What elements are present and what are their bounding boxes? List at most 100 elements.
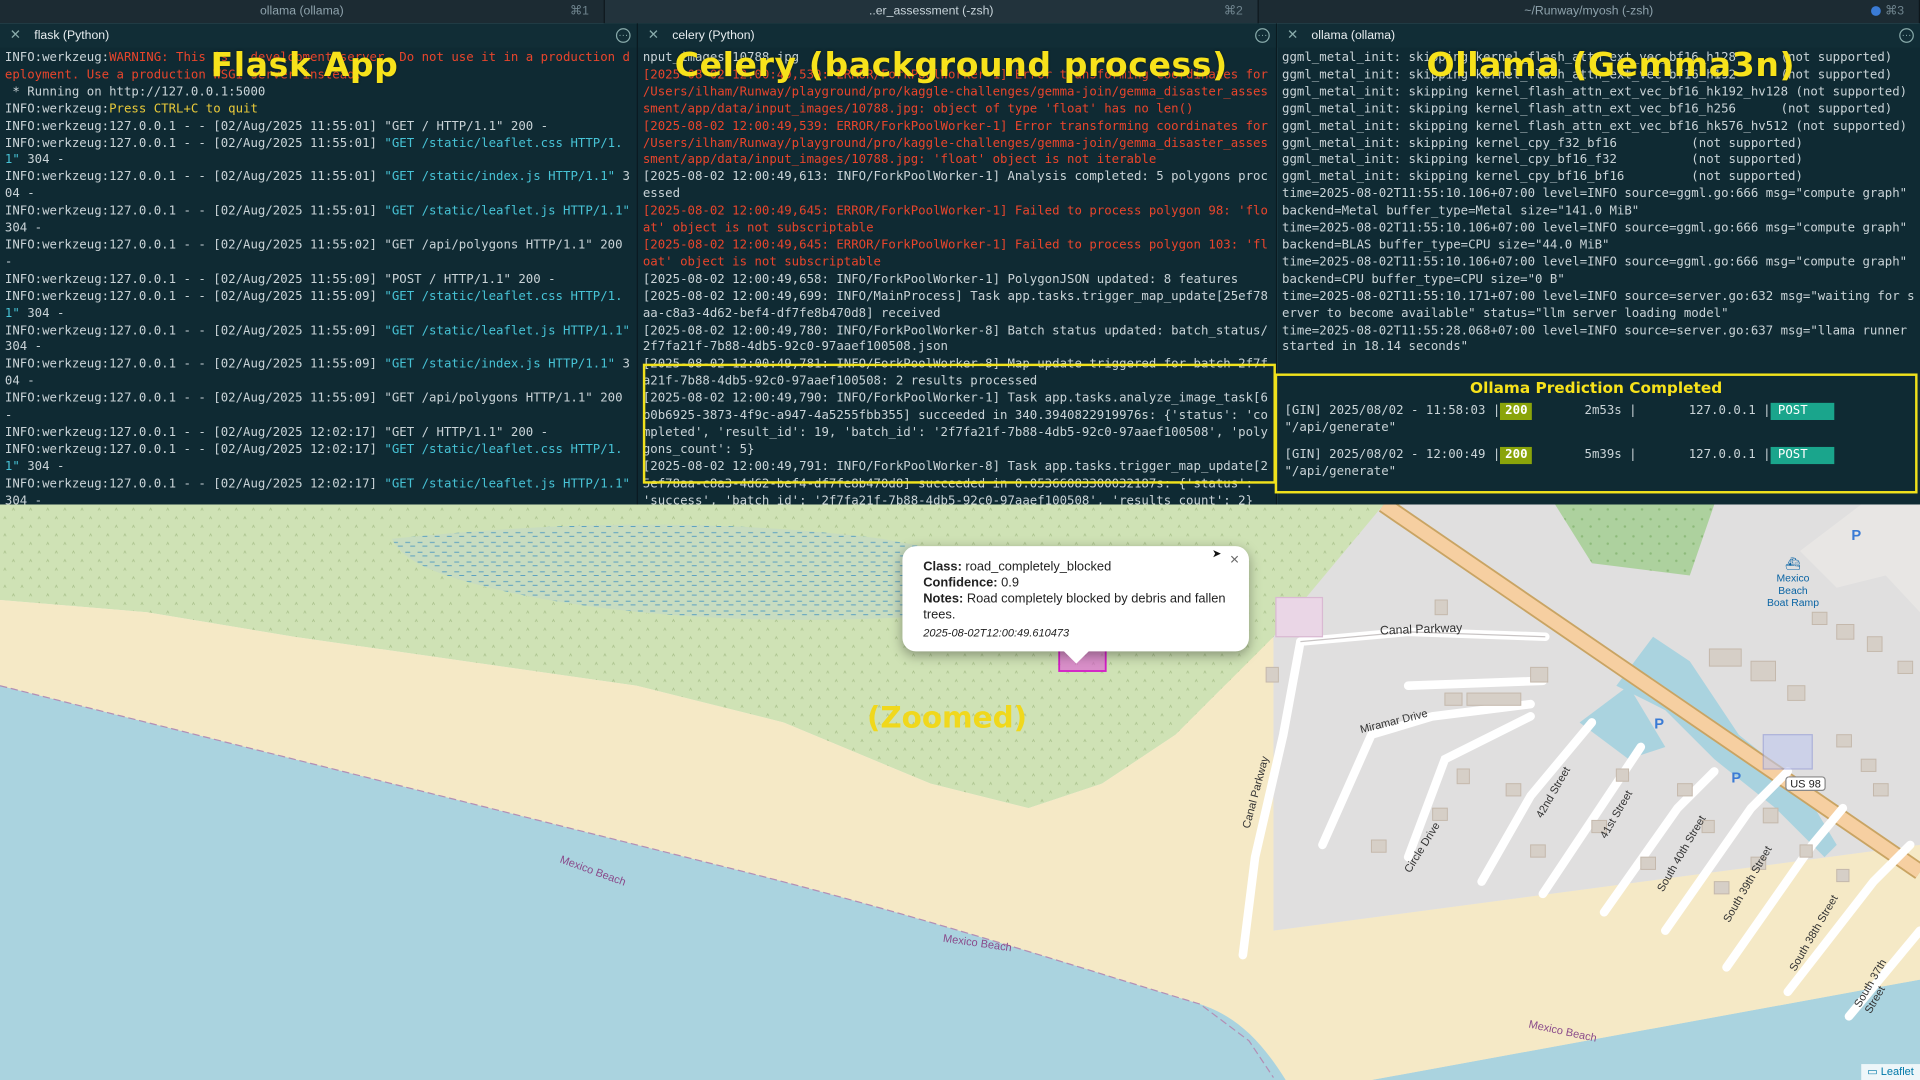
log-line: INFO:werkzeug:127.0.0.1 - - [02/Aug/2025… <box>5 238 632 272</box>
more-options-icon[interactable]: ··· <box>1255 28 1270 43</box>
log-line: INFO:werkzeug:127.0.0.1 - - [02/Aug/2025… <box>5 442 632 476</box>
confidence-value: 0.9 <box>1001 575 1020 591</box>
log-line: ggml_metal_init: skipping kernel_flash_a… <box>1282 101 1915 118</box>
log-segment: 304 - <box>19 153 65 168</box>
log-segment: INFO:werkzeug:127.0.0.1 - - [02/Aug/2025… <box>4 426 549 440</box>
terminal-tab-2[interactable]: ..er_assessment (-zsh) ⌘2 <box>604 0 1259 24</box>
log-segment: INFO:werkzeug:127.0.0.1 - - [02/Aug/2025… <box>4 204 385 219</box>
mouse-pointer-icon: ➤ <box>1212 546 1222 565</box>
pane-header: ✕ ollama (ollama) ··· <box>1277 23 1920 48</box>
log-segment: 304 - <box>19 306 65 321</box>
more-options-icon[interactable]: ··· <box>1899 28 1914 43</box>
log-segment: INFO:werkzeug:127.0.0.1 - - [02/Aug/2025… <box>4 391 630 423</box>
log-segment: [2025-08-02 12:00:49,699: INFO/MainProce… <box>642 289 1268 321</box>
confidence-label: Confidence: <box>923 575 998 591</box>
notes-label: Notes: <box>923 591 964 607</box>
method-badge: POST <box>1770 402 1835 420</box>
log-line: ggml_metal_init: skipping kernel_cpy_f32… <box>1282 135 1915 152</box>
flask-pane[interactable]: ✕ flask (Python) ··· INFO:werkzeug:WARNI… <box>0 23 638 505</box>
parking-icon: P <box>1851 526 1862 544</box>
terminal-tab-bar: ollama (ollama) ⌘1 ..er_assessment (-zsh… <box>0 0 1920 24</box>
screen: ollama (ollama) ⌘1 ..er_assessment (-zsh… <box>0 0 1920 1080</box>
gin-log: [GIN] 2025/08/02 - 11:58:03 | 200 2m53s |… <box>1277 402 1915 481</box>
log-segment: [2025-08-02 12:00:49,658: INFO/ForkPoolW… <box>642 272 1239 287</box>
log-line: INFO:werkzeug:127.0.0.1 - - [02/Aug/2025… <box>5 169 632 203</box>
tab-label: ..er_assessment (-zsh) <box>868 4 994 19</box>
zoomed-annotation: (Zoomed) <box>866 700 1028 735</box>
log-segment: [2025-08-02 12:00:49,539: ERROR/ForkPool… <box>642 119 1276 168</box>
tab-shortcut: ⌘2 <box>1223 4 1243 19</box>
log-line: INFO:werkzeug:127.0.0.1 - - [02/Aug/2025… <box>5 391 632 425</box>
log-line: [2025-08-02 12:00:49,780: INFO/ForkPoolW… <box>643 323 1271 357</box>
tab-label: ~/Runway/myosh (-zsh) <box>1524 4 1654 19</box>
more-options-icon[interactable]: ··· <box>615 28 631 43</box>
status-badge: 200 <box>1500 402 1533 420</box>
pane-header: ✕ flask (Python) ··· <box>0 23 637 48</box>
gin-latency: 2m53s <box>1584 404 1622 418</box>
log-segment: time=2025-08-02T11:55:10.106+07:00 level… <box>1282 255 1915 287</box>
popup-notes-row: Notes: Road completely blocked by debris… <box>923 591 1229 623</box>
gin-prefix: [GIN] 2025/08/02 - 12:00:49 | <box>1284 447 1501 462</box>
close-pane-icon[interactable]: ✕ <box>1287 28 1298 43</box>
log-line: time=2025-08-02T11:55:10.171+07:00 level… <box>1282 289 1915 323</box>
poi-label-3: Boat Ramp <box>1766 596 1820 609</box>
poi-label-1: Mexico <box>1776 571 1810 585</box>
log-segment: ggml_metal_init: skipping kernel_cpy_bf1… <box>1282 153 1803 168</box>
log-line: INFO:werkzeug:127.0.0.1 - - [02/Aug/2025… <box>5 476 632 504</box>
popup-tip <box>1062 650 1090 664</box>
pane-title: flask (Python) <box>34 29 110 43</box>
log-line: [2025-08-02 12:00:49,613: INFO/ForkPoolW… <box>643 169 1271 203</box>
log-line: [2025-08-02 12:00:49,699: INFO/MainProce… <box>643 289 1271 323</box>
log-segment: [2025-08-02 12:00:49,780: INFO/ForkPoolW… <box>642 323 1268 355</box>
celery-overlay-title: Celery (background process) <box>674 46 1228 85</box>
leaflet-attribution[interactable]: ▭ Leaflet <box>1861 1064 1920 1080</box>
log-line: ggml_metal_init: skipping kernel_cpy_bf1… <box>1282 169 1915 186</box>
ollama-overlay-title: Ollama (Gemma3n) <box>1426 46 1796 85</box>
log-segment: "GET /static/index.js HTTP/1.1" <box>384 170 616 185</box>
log-line: INFO:werkzeug:127.0.0.1 - - [02/Aug/2025… <box>5 357 632 391</box>
log-line: INFO:werkzeug:Press CTRL+C to quit <box>5 101 632 118</box>
log-line: time=2025-08-02T11:55:10.106+07:00 level… <box>1282 186 1915 220</box>
attribution-text: Leaflet <box>1880 1065 1914 1078</box>
terminal-tab-3[interactable]: ~/Runway/myosh (-zsh) ⌘3 <box>1259 0 1920 24</box>
class-value: road_completely_blocked <box>965 559 1112 575</box>
close-pane-icon[interactable]: ✕ <box>10 28 21 43</box>
terminal-tab-1[interactable]: ollama (ollama) ⌘1 <box>0 0 605 24</box>
log-line: INFO:werkzeug:127.0.0.1 - - [02/Aug/2025… <box>5 203 632 237</box>
log-line: INFO:werkzeug:127.0.0.1 - - [02/Aug/2025… <box>5 118 632 135</box>
log-segment: INFO:werkzeug:127.0.0.1 - - [02/Aug/2025… <box>4 238 630 270</box>
status-badge: 200 <box>1500 446 1533 464</box>
close-pane-icon[interactable]: ✕ <box>648 28 659 43</box>
log-segment: INFO:werkzeug:127.0.0.1 - - [02/Aug/2025… <box>4 357 385 372</box>
log-segment: INFO:werkzeug:127.0.0.1 - - [02/Aug/2025… <box>4 136 385 151</box>
log-line: ggml_metal_init: skipping kernel_cpy_bf1… <box>1282 152 1915 169</box>
log-segment: INFO:werkzeug:127.0.0.1 - - [02/Aug/2025… <box>4 170 385 185</box>
log-segment: 304 - <box>19 460 65 474</box>
log-line: INFO:werkzeug:127.0.0.1 - - [02/Aug/2025… <box>5 272 632 289</box>
log-segment: ggml_metal_init: skipping kernel_flash_a… <box>1282 102 1893 116</box>
popup-timestamp: 2025-08-02T12:00:49.610473 <box>923 626 1070 640</box>
log-segment: time=2025-08-02T11:55:10.106+07:00 level… <box>1282 221 1915 253</box>
boat-icon: ⛴ <box>1785 558 1801 572</box>
log-line: [2025-08-02 12:00:49,539: ERROR/ForkPool… <box>643 118 1271 169</box>
log-segment: time=2025-08-02T11:55:28.068+07:00 level… <box>1282 323 1915 355</box>
log-segment: INFO:werkzeug:127.0.0.1 - - [02/Aug/2025… <box>4 323 385 338</box>
highway-shield: US 98 <box>1785 776 1826 792</box>
log-segment: INFO:werkzeug: <box>4 51 110 65</box>
activity-dot-icon <box>1871 6 1882 16</box>
gin-path: "/api/generate" <box>1284 421 1397 435</box>
celery-highlight-box <box>642 363 1276 484</box>
log-line: INFO:werkzeug:127.0.0.1 - - [02/Aug/2025… <box>5 135 632 169</box>
pane-header: ✕ celery (Python) ··· <box>637 23 1276 48</box>
log-line: * Running on http://127.0.0.1:5000 <box>5 84 632 101</box>
gin-path: "/api/generate" <box>1284 464 1397 479</box>
ollama-highlight-box: Ollama Prediction Completed [GIN] 2025/0… <box>1274 373 1918 494</box>
log-segment: [2025-08-02 12:00:49,613: INFO/ForkPoolW… <box>642 170 1268 202</box>
method-badge: POST <box>1770 446 1835 464</box>
log-segment: Press CTRL+C to quit <box>109 102 258 116</box>
log-line: INFO:werkzeug:127.0.0.1 - - [02/Aug/2025… <box>5 289 632 323</box>
ollama-log: ggml_metal_init: skipping kernel_flash_a… <box>1277 48 1920 357</box>
popup-close-button[interactable]: × <box>1230 551 1239 567</box>
poi-boat-ramp[interactable]: ⛴ Mexico Beach Boat Ramp <box>1766 558 1820 609</box>
log-segment: ggml_metal_init: skipping kernel_cpy_f32… <box>1282 136 1803 151</box>
